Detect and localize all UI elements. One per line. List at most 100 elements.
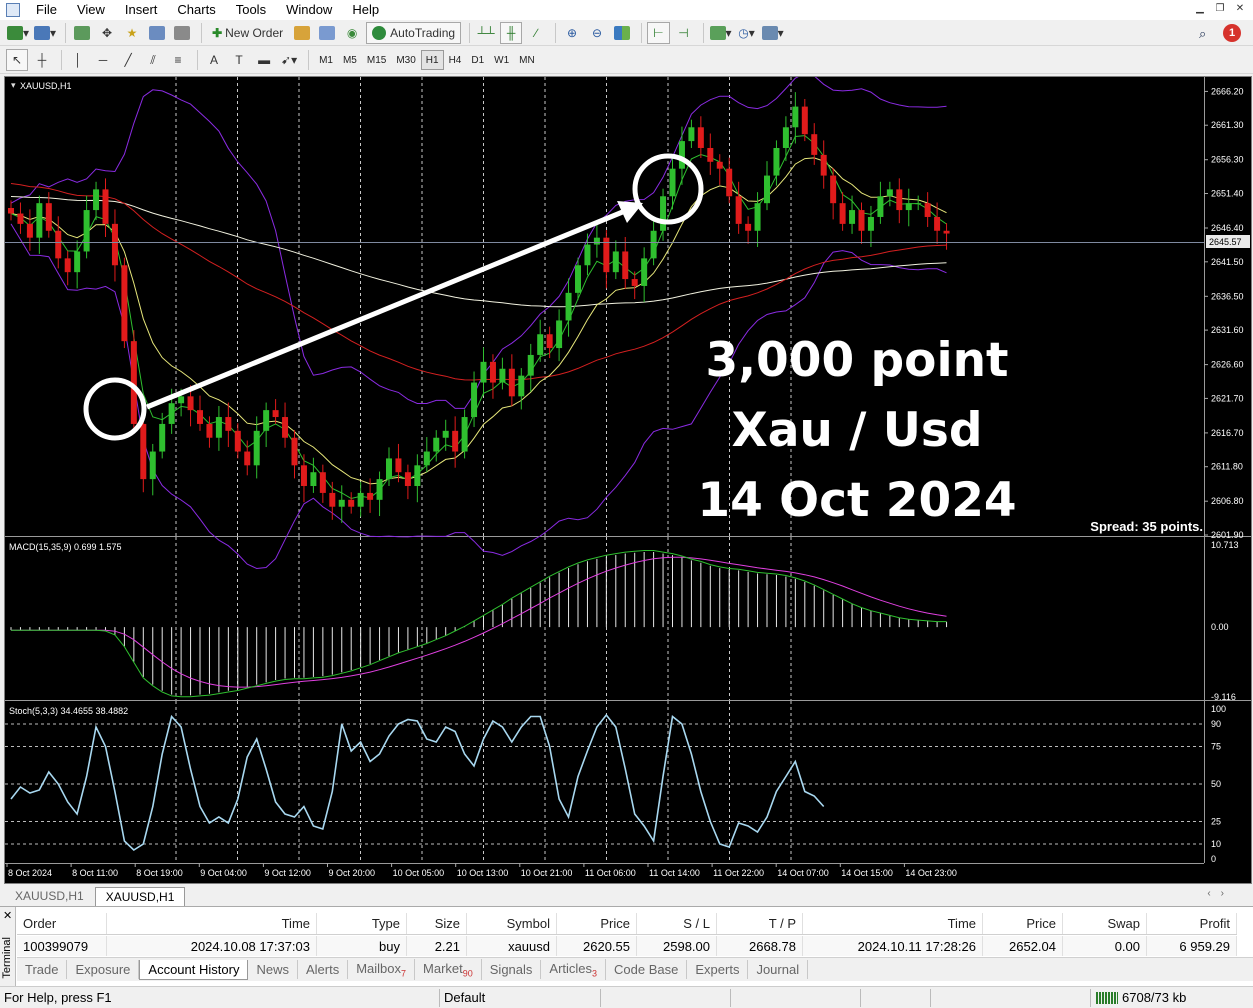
chart-tab-1[interactable]: XAUUSD,H1	[4, 886, 95, 906]
terminal-close-icon[interactable]: ✕	[3, 909, 12, 922]
terminal-tab-label: Signals	[489, 962, 533, 977]
text-button[interactable]: A	[203, 49, 225, 71]
restore-icon[interactable]: ❐	[1211, 2, 1229, 16]
column-header[interactable]: Swap	[1063, 913, 1147, 934]
templates-button[interactable]: ▾	[761, 22, 785, 44]
indicators-button[interactable]: ▾	[709, 22, 733, 44]
terminal-button[interactable]	[146, 22, 168, 44]
column-header[interactable]: Time	[803, 913, 983, 934]
terminal-tab-code-base[interactable]: Code Base	[606, 960, 688, 979]
arrows-button[interactable]: ➹ ▾	[278, 49, 300, 71]
market-watch-button[interactable]	[71, 22, 93, 44]
candle-body	[839, 203, 846, 224]
column-header[interactable]: Symbol	[467, 913, 557, 934]
cursor-icon: ↖	[12, 53, 23, 67]
timeframe-m30[interactable]: M30	[391, 50, 420, 70]
text-icon: A	[210, 53, 219, 67]
notification-badge[interactable]: 1	[1223, 24, 1241, 42]
column-header[interactable]: S / L	[637, 913, 717, 934]
trendline-button[interactable]: ╱	[117, 49, 139, 71]
chart-tab-2[interactable]: XAUUSD,H1	[94, 887, 186, 906]
chart-shift-button[interactable]: ⊣	[673, 22, 695, 44]
terminal-tab-journal[interactable]: Journal	[748, 960, 809, 979]
terminal-tab-account-history[interactable]: Account History	[139, 959, 249, 980]
candlestick-button[interactable]: ╫	[500, 21, 523, 44]
tile-windows-button[interactable]	[611, 22, 633, 44]
timeframe-w1[interactable]: W1	[489, 50, 514, 70]
column-header[interactable]: Price	[983, 913, 1063, 934]
vps-button[interactable]: ◉	[341, 22, 363, 44]
terminal-tab-mailbox[interactable]: Mailbox7	[348, 958, 416, 981]
column-header[interactable]: T / P	[717, 913, 803, 934]
timeframe-h1[interactable]: H1	[420, 50, 444, 70]
terminal-tab-articles[interactable]: Articles3	[541, 958, 607, 981]
column-header[interactable]: Order	[17, 913, 107, 934]
chart-window[interactable]: 10.713 0.00 -9.116 100 90 75 50 25 10 0 2666.20 2…	[4, 76, 1252, 884]
autotrading-label: AutoTrading	[390, 25, 456, 40]
column-header[interactable]: Size	[407, 913, 467, 934]
search-icon[interactable]: ⌕	[1199, 26, 1213, 41]
bar-chart-button[interactable]: ┴┴	[475, 22, 497, 44]
text-label-button[interactable]: T	[228, 49, 250, 71]
data-window-button[interactable]: ✥	[96, 22, 118, 44]
menu-tools[interactable]: Tools	[226, 0, 276, 20]
tabs-scroll-arrows[interactable]: ‹›	[1207, 888, 1234, 899]
fibonacci-button[interactable]: ≡	[167, 49, 189, 71]
menu-view[interactable]: View	[67, 0, 115, 20]
zoom-out-icon: ⊖	[592, 25, 603, 40]
autotrading-button[interactable]: AutoTrading	[366, 21, 462, 44]
tester-button[interactable]	[171, 22, 193, 44]
channel-icon: ⫽	[150, 52, 156, 67]
zoom-out-button[interactable]: ⊖	[586, 22, 608, 44]
rectangle-button[interactable]: ▬	[253, 49, 275, 71]
terminal-tab-news[interactable]: News	[248, 960, 298, 979]
table-cell: 2598.00	[637, 936, 717, 956]
zoom-in-button[interactable]: ⊕	[561, 22, 583, 44]
line-chart-button[interactable]: ∕	[525, 22, 547, 44]
price-chart[interactable]: 10.7130.00-9.116 10090755025100 2666.202…	[5, 77, 1251, 883]
menu-insert[interactable]: Insert	[115, 0, 168, 20]
menu-window[interactable]: Window	[276, 0, 342, 20]
terminal-tab-trade[interactable]: Trade	[17, 960, 68, 979]
metaeditor-button[interactable]	[291, 22, 313, 44]
candle-body	[8, 208, 14, 214]
timeframe-m5[interactable]: M5	[338, 50, 362, 70]
terminal-tab-experts[interactable]: Experts	[687, 960, 749, 979]
close-icon[interactable]: ✕	[1231, 2, 1249, 16]
timeframe-m1[interactable]: M1	[314, 50, 338, 70]
new-order-button[interactable]: ✚ New Order	[207, 22, 288, 44]
terminal-tab-exposure[interactable]: Exposure	[67, 960, 140, 979]
cursor-button[interactable]: ↖	[6, 49, 29, 71]
terminal-tab-market[interactable]: Market90	[415, 958, 482, 981]
table-cell: 2024.10.11 17:28:26	[803, 936, 983, 956]
profiles-button[interactable]: ▾	[33, 22, 57, 44]
minimize-icon[interactable]: ▁	[1191, 2, 1209, 16]
timeframe-mn[interactable]: MN	[514, 50, 540, 70]
timeframe-d1[interactable]: D1	[466, 50, 489, 70]
column-header[interactable]: Type	[317, 913, 407, 934]
periods-button[interactable]: ◷ ▾	[736, 22, 758, 44]
candle-body	[140, 423, 147, 480]
menu-charts[interactable]: Charts	[167, 0, 225, 20]
crosshair-button[interactable]: ┼	[31, 49, 53, 71]
column-header[interactable]: Profit	[1147, 913, 1237, 934]
vertical-line-button[interactable]: │	[67, 49, 89, 71]
column-header[interactable]: Time	[107, 913, 317, 934]
terminal-tab-signals[interactable]: Signals	[482, 960, 542, 979]
autoscroll-button[interactable]: ⊢	[647, 21, 670, 44]
terminal-tab-label: Market	[423, 960, 463, 976]
signals-button[interactable]	[316, 22, 338, 44]
menu-file[interactable]: File	[26, 0, 67, 20]
timeframe-h4[interactable]: H4	[444, 50, 467, 70]
horizontal-line-button[interactable]: ─	[92, 49, 114, 71]
navigator-button[interactable]: ★	[121, 22, 143, 44]
terminal-tab-alerts[interactable]: Alerts	[298, 960, 349, 979]
timeframe-m15[interactable]: M15	[362, 50, 391, 70]
menu-help[interactable]: Help	[342, 0, 389, 20]
macd-tick-label: 0.00	[1211, 622, 1229, 632]
column-header[interactable]: Price	[557, 913, 637, 934]
new-chart-button[interactable]: ▾	[6, 22, 30, 44]
channel-button[interactable]: ⫽	[142, 49, 164, 71]
table-row[interactable]: 100399079 2024.10.08 17:37:03 buy 2.21 xauus…	[17, 936, 1237, 956]
price-tick-label: 2641.50	[1211, 257, 1244, 267]
